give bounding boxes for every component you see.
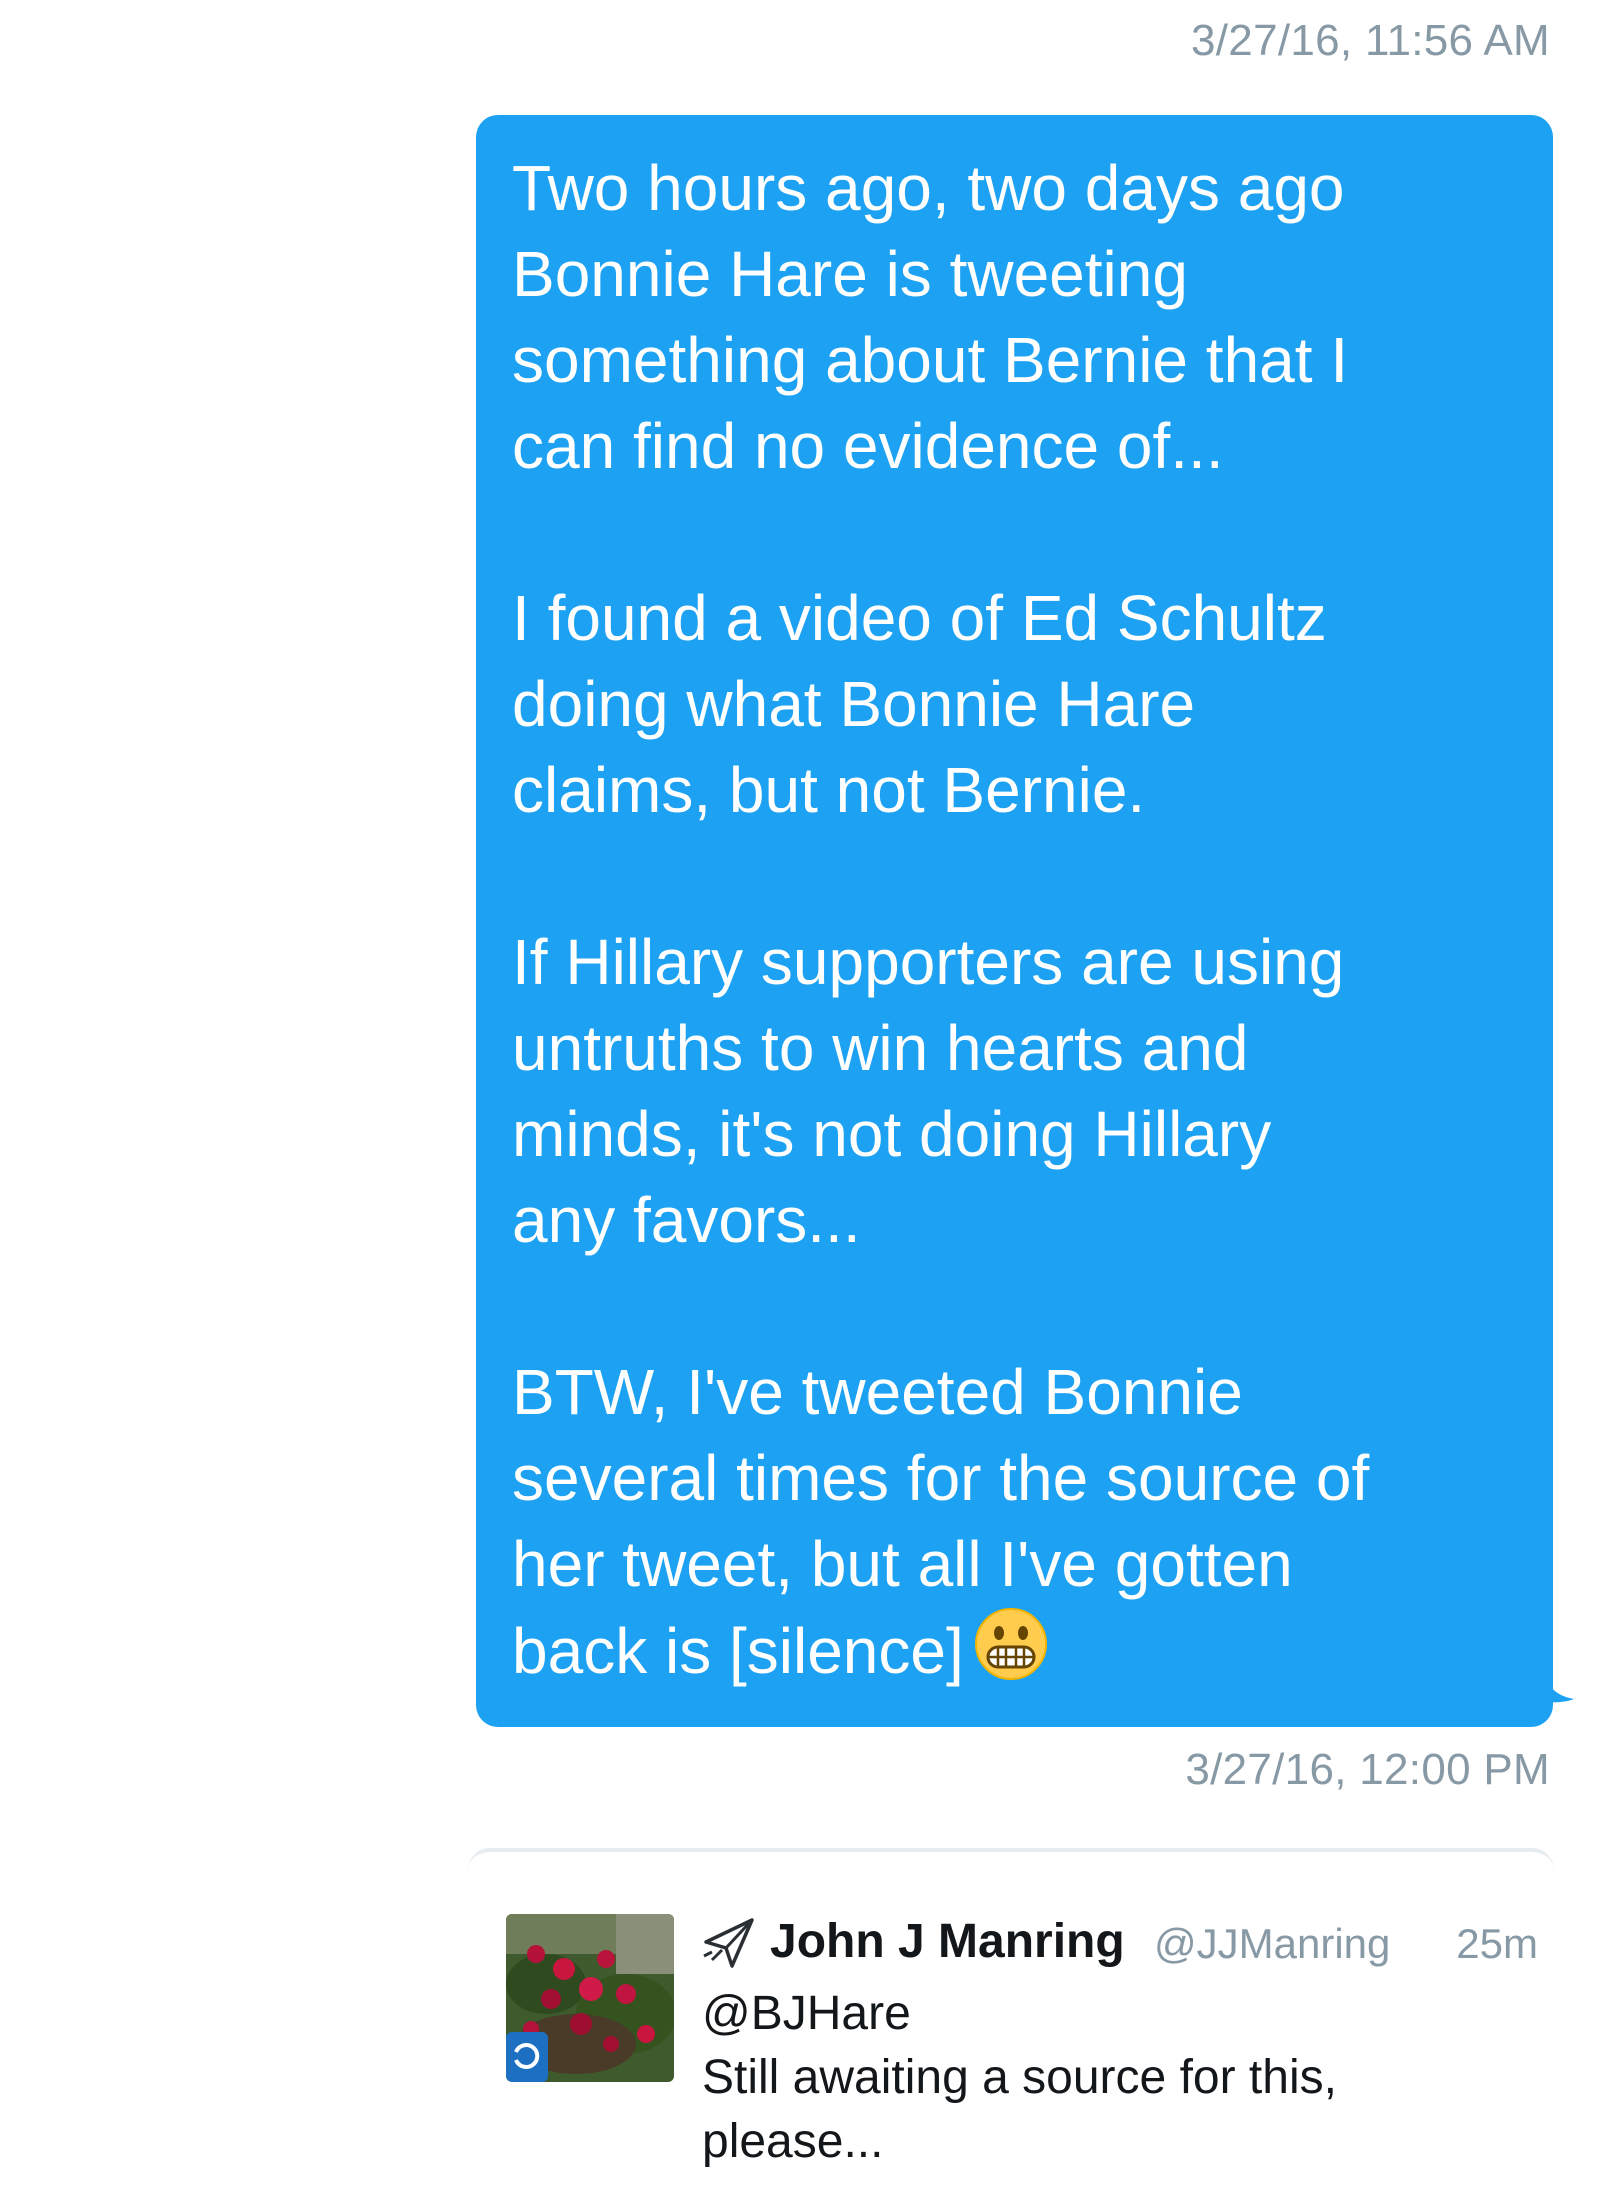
message-paragraph-text: BTW, I've tweeted Bonnie several times f… <box>512 1356 1370 1687</box>
grimacing-face-emoji-icon <box>974 1608 1047 1680</box>
message-timestamp: 3/27/16, 12:00 PM <box>1185 1745 1550 1794</box>
tweet-text-line: Still awaiting a source for this, <box>702 2051 1337 2104</box>
rose-bush-avatar-image <box>506 1914 674 2082</box>
message-bubble[interactable]: Two hours ago, two days ago Bonnie Hare … <box>476 115 1553 1727</box>
tweet-timestamp: 25m <box>1456 1920 1538 1967</box>
tweet-text-line: please... <box>702 2115 884 2168</box>
message-paragraph: I found a video of Ed Schultz doing what… <box>512 582 1327 826</box>
tweet-mention[interactable]: @BJHare <box>702 1982 1522 2046</box>
avatar[interactable] <box>506 1914 674 2082</box>
message-paragraph: If Hillary supporters are using untruths… <box>512 926 1345 1256</box>
tweet-author-handle[interactable]: @JJManring <box>1154 1920 1390 1968</box>
message-paragraph-last: BTW, I've tweeted Bonnie several times f… <box>512 1349 1517 1694</box>
tweet-body: @BJHare Still awaiting a source for this… <box>702 1982 1522 2174</box>
airplane-icon <box>703 1918 754 1968</box>
tweet-author-name[interactable]: John J Manring <box>770 1914 1125 1969</box>
tweet-header: John J Manring @JJManring 25m <box>698 1910 1538 1980</box>
message-timestamp: 3/27/16, 11:56 AM <box>1191 16 1550 65</box>
message-paragraph: Two hours ago, two days ago Bonnie Hare … <box>512 152 1349 482</box>
bubble-tail <box>1540 1655 1574 1703</box>
shared-tweet-card[interactable]: John J Manring @JJManring 25m @BJHare St… <box>468 1848 1554 2192</box>
